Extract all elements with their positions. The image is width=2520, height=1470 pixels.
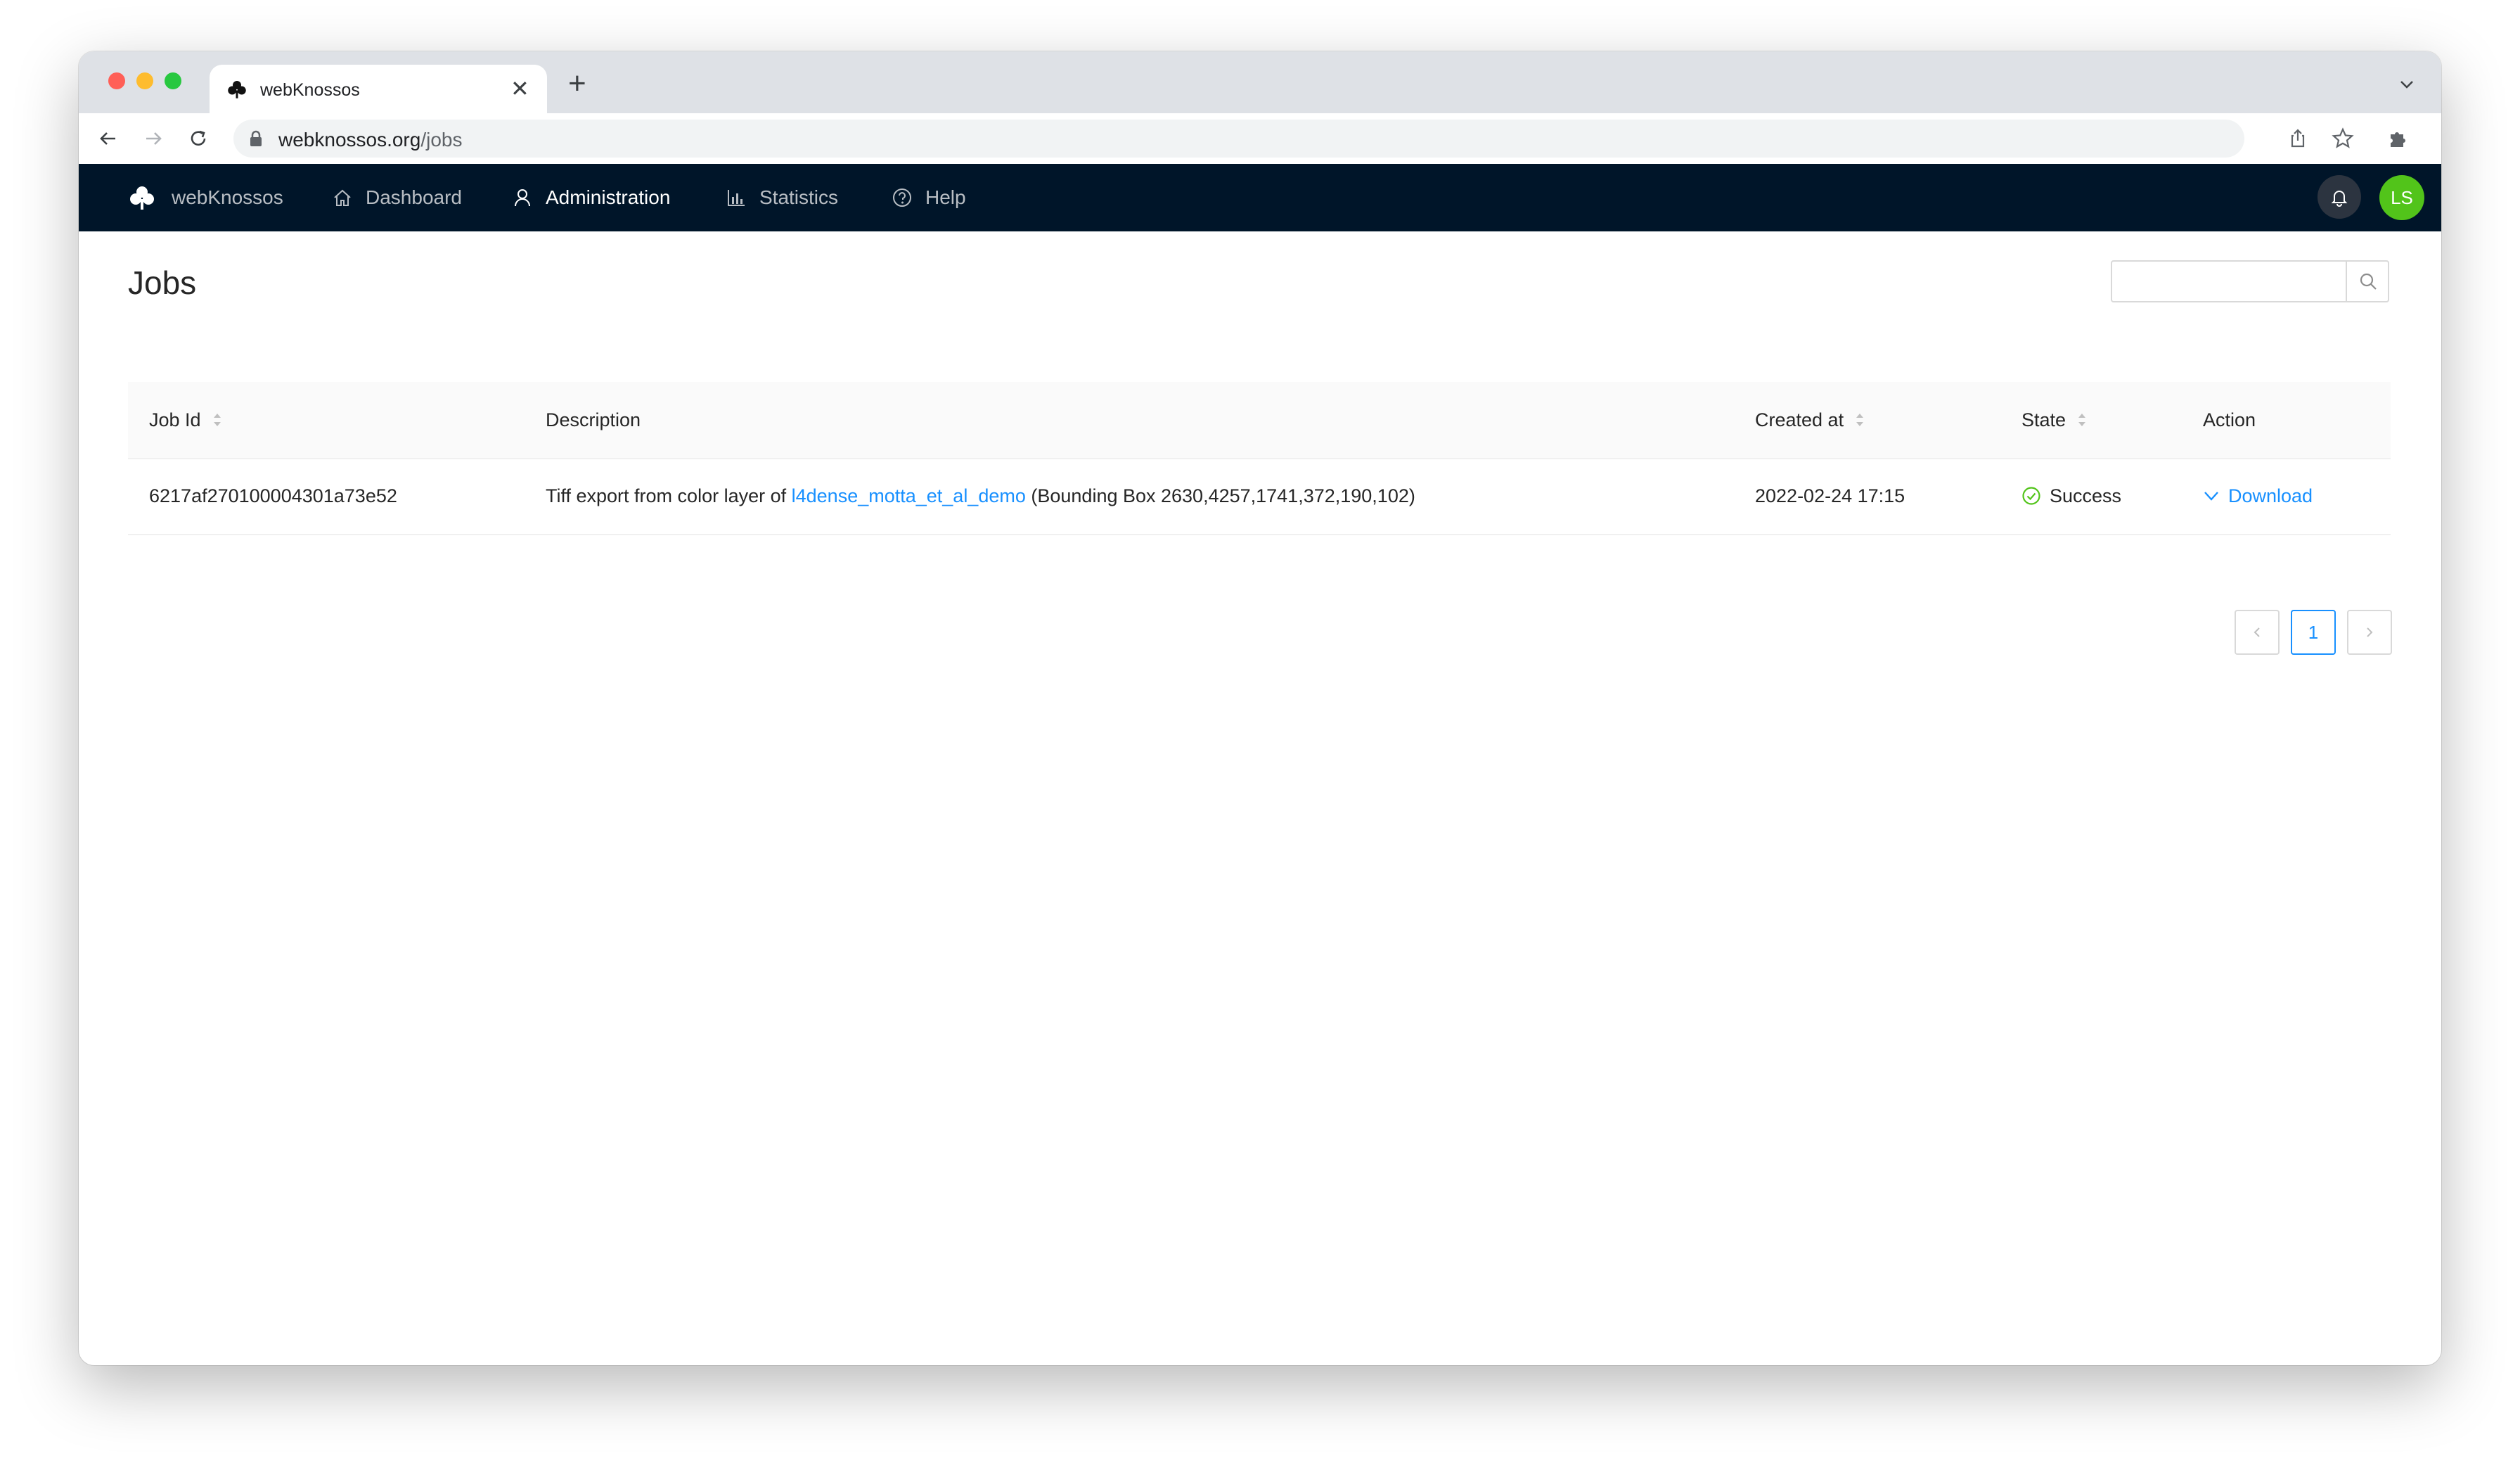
- nav-item-administration[interactable]: Administration: [512, 164, 670, 231]
- pagination-page-button[interactable]: 1: [2291, 610, 2336, 655]
- pagination-next-button[interactable]: [2347, 610, 2392, 655]
- minimize-window-button[interactable]: [136, 72, 153, 89]
- bell-icon: [2331, 191, 2348, 207]
- column-header-description: Description: [546, 409, 641, 430]
- download-link[interactable]: Download: [2203, 458, 2313, 534]
- check-circle-icon: [2022, 487, 2040, 505]
- table-header: Job Id Description Created at State Acti…: [128, 382, 2391, 459]
- browser-tabstrip: webKnossos ✕ +: [79, 51, 2441, 113]
- tab-search-chevron-icon[interactable]: [2398, 75, 2416, 94]
- notifications-button[interactable]: [2318, 175, 2361, 219]
- search-input[interactable]: [2112, 262, 2344, 301]
- nav-item-statistics[interactable]: Statistics: [726, 164, 838, 231]
- user-admin-icon: [515, 189, 530, 207]
- close-window-button[interactable]: [108, 72, 125, 89]
- tab-close-icon[interactable]: ✕: [510, 77, 529, 100]
- sort-icon: [1856, 414, 1864, 426]
- cell-state: Success: [2021, 458, 2121, 534]
- page-title: Jobs: [128, 264, 197, 301]
- lock-icon: [250, 130, 262, 146]
- pagination-prev-button[interactable]: [2235, 610, 2280, 655]
- share-icon[interactable]: [2285, 126, 2310, 151]
- column-header-action: Action: [2203, 409, 2256, 430]
- bar-chart-icon: [728, 190, 745, 206]
- webknossos-logo-icon: [130, 186, 154, 210]
- forward-arrow-icon[interactable]: [141, 126, 166, 151]
- cell-job-id: 6217af270100004301a73e52: [149, 485, 397, 506]
- search-button[interactable]: [2346, 262, 2389, 301]
- nav-item-help[interactable]: Help: [892, 164, 966, 231]
- chevron-left-icon: [2254, 627, 2260, 637]
- webknossos-favicon-icon: [228, 81, 246, 98]
- chevron-down-icon: [2204, 492, 2218, 501]
- sort-icon: [213, 414, 221, 426]
- cell-description: Tiff export from color layer of l4dense_…: [546, 485, 1415, 507]
- dataset-link[interactable]: l4dense_motta_et_al_demo: [792, 485, 1026, 507]
- browser-window: webKnossos ✕ + webknossos.org/jobs webKn…: [79, 51, 2441, 1365]
- nav-label-dashboard: Dashboard: [366, 186, 462, 208]
- search-icon: [2360, 273, 2377, 290]
- sort-icon: [2078, 414, 2086, 426]
- app-navbar: webKnossos Dashboard Administration Stat…: [79, 164, 2441, 231]
- new-tab-button[interactable]: +: [568, 68, 586, 99]
- extensions-puzzle-icon[interactable]: [2385, 126, 2410, 151]
- question-circle-icon: [893, 188, 911, 207]
- column-header-created-at[interactable]: Created at: [1755, 382, 1865, 458]
- maximize-window-button[interactable]: [165, 72, 181, 89]
- user-avatar[interactable]: LS: [2379, 175, 2424, 220]
- state-label: Success: [2050, 485, 2122, 506]
- back-arrow-icon[interactable]: [96, 126, 121, 151]
- tab-title: webKnossos: [260, 80, 360, 100]
- url-text: webknossos.org/jobs: [278, 129, 463, 151]
- column-header-job-id[interactable]: Job Id: [149, 382, 222, 458]
- bookmark-star-icon[interactable]: [2330, 126, 2355, 151]
- chrome-profile-icon[interactable]: [2430, 126, 2441, 151]
- nav-label-administration: Administration: [546, 186, 671, 208]
- nav-label-statistics: Statistics: [759, 186, 839, 208]
- nav-label-help: Help: [925, 186, 966, 208]
- nav-item-dashboard[interactable]: Dashboard: [332, 164, 462, 231]
- browser-tab[interactable]: webKnossos ✕: [210, 65, 547, 113]
- table-row: 6217af270100004301a73e52 Tiff export fro…: [128, 458, 2391, 535]
- brand-logo[interactable]: webKnossos: [128, 164, 283, 231]
- cell-created-at: 2022-02-24 17:15: [1755, 485, 1905, 506]
- search-box: [2111, 260, 2389, 302]
- reload-icon[interactable]: [186, 126, 211, 151]
- address-bar[interactable]: webknossos.org/jobs: [233, 120, 2244, 158]
- home-icon: [334, 189, 351, 206]
- chevron-right-icon: [2367, 627, 2373, 637]
- browser-toolbar: webknossos.org/jobs: [79, 113, 2441, 165]
- column-header-state[interactable]: State: [2021, 382, 2087, 458]
- brand-name: webKnossos: [172, 186, 283, 208]
